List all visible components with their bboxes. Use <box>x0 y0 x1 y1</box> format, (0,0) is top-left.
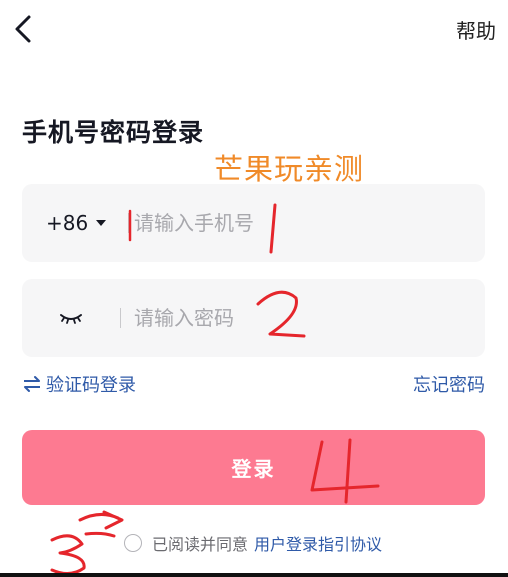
login-button[interactable]: 登录 <box>22 430 485 505</box>
country-code-value: +86 <box>46 211 89 235</box>
phone-input[interactable] <box>134 184 464 262</box>
chevron-down-icon <box>96 220 107 226</box>
agreement-prefix: 已阅读并同意 <box>152 535 249 554</box>
page-title: 手机号密码登录 <box>22 118 205 147</box>
country-code-selector[interactable]: +86 <box>46 184 107 262</box>
password-field <box>22 279 485 357</box>
annotation-arrow <box>78 510 124 538</box>
password-input[interactable] <box>134 279 464 357</box>
phone-field: +86 <box>22 184 485 262</box>
back-arrow-icon[interactable] <box>10 12 40 46</box>
sms-login-link[interactable]: 验证码登录 <box>22 371 136 397</box>
sms-login-label: 验证码登录 <box>46 375 136 396</box>
bottom-edge <box>0 573 508 577</box>
agreement-row: 已阅读并同意 用户登录指引协议 <box>124 532 382 554</box>
agree-radio[interactable] <box>124 534 142 552</box>
swap-icon <box>24 376 40 392</box>
agreement-link[interactable]: 用户登录指引协议 <box>254 531 382 555</box>
eye-closed-icon[interactable] <box>58 309 84 327</box>
forgot-password-link[interactable]: 忘记密码 <box>413 371 485 397</box>
field-divider <box>120 308 121 328</box>
watermark-text: 芒果玩亲测 <box>214 152 365 186</box>
annotation-mark-3 <box>50 534 86 575</box>
field-divider <box>128 213 129 233</box>
help-link[interactable]: 帮助 <box>456 15 496 44</box>
